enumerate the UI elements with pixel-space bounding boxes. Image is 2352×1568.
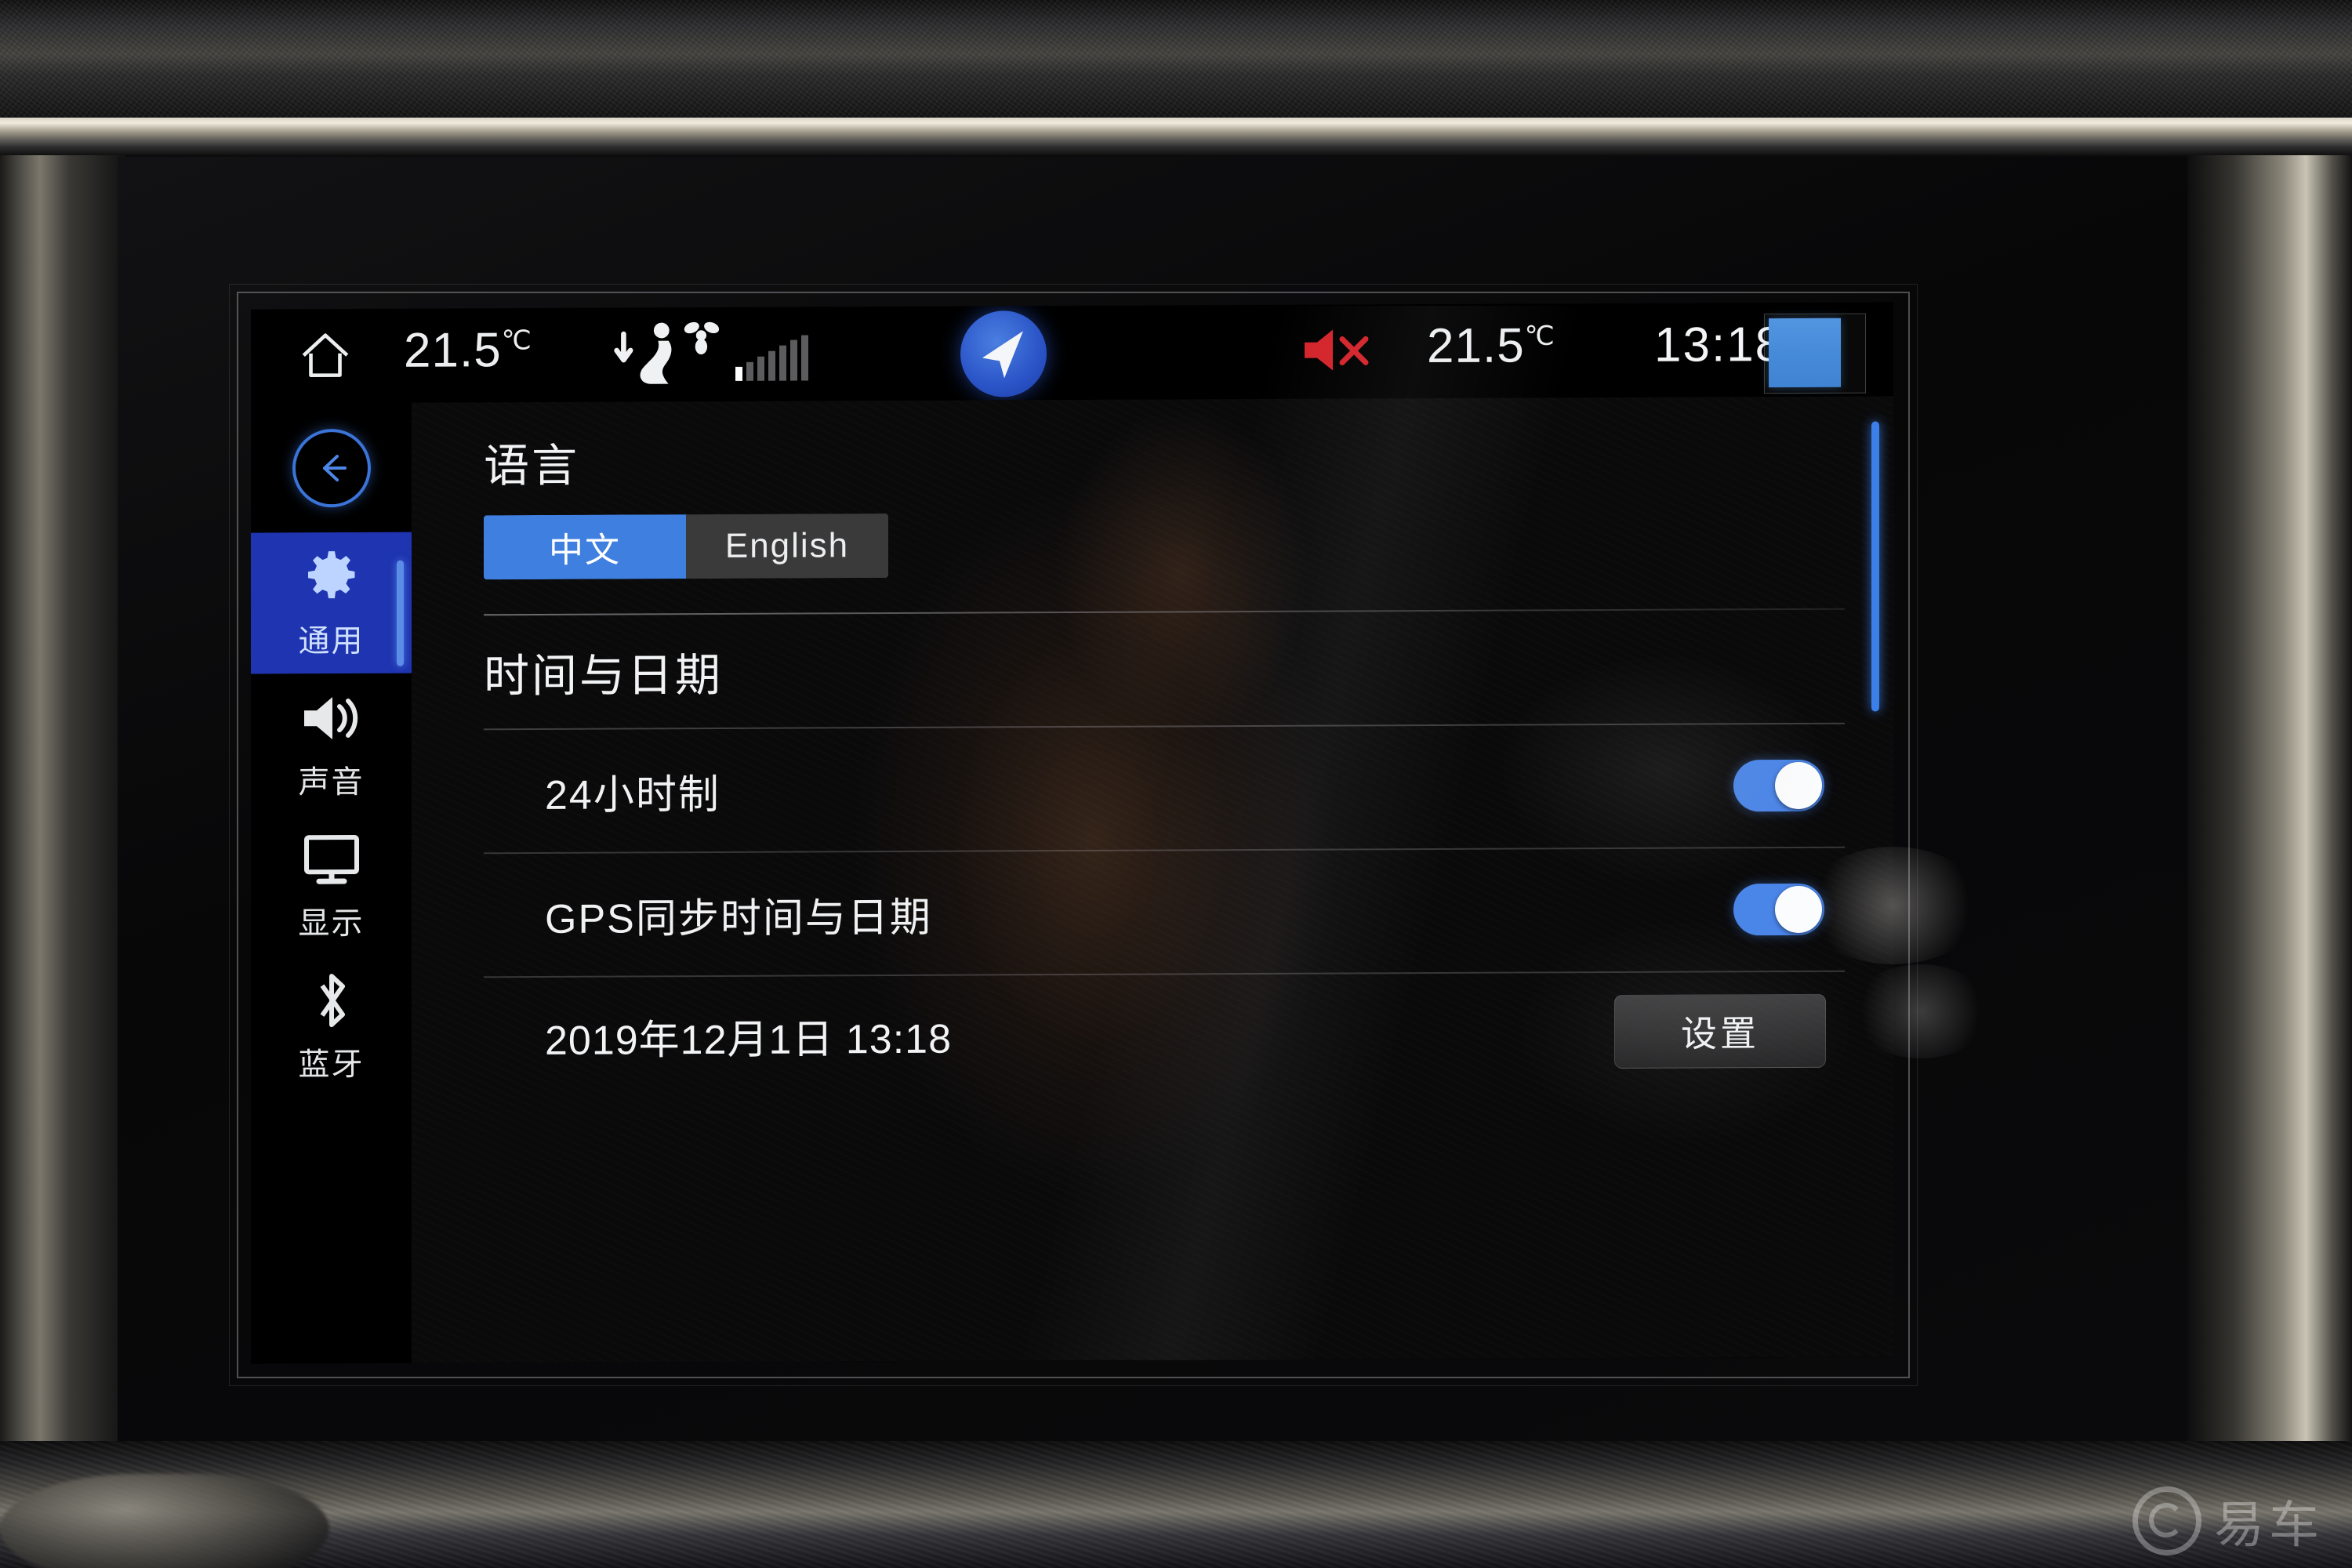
screen-body: 通用 声音 显示 蓝牙 语言 中文 English 时间与日期 24小时制 GP… (251, 396, 1893, 1364)
settings-sidebar: 通用 声音 显示 蓝牙 (251, 402, 412, 1364)
language-section-title: 语言 (484, 440, 580, 492)
home-icon[interactable] (296, 326, 354, 384)
right-temperature-value: 21.5 (1427, 318, 1525, 374)
bezel-left-chrome (0, 155, 125, 1441)
current-datetime-value: 2019年12月1日 13:18 (545, 1016, 953, 1064)
infotainment-screen[interactable]: 21.5℃ 21.5℃ 13:18 通用 声音 显示 蓝牙 语言 中文 Engl… (251, 302, 1893, 1364)
watermark-text: 易车 (2214, 1497, 2324, 1553)
gear-icon (303, 545, 361, 609)
datetime-settings-button[interactable]: 设置 (1614, 993, 1826, 1069)
bluetooth-icon (308, 968, 355, 1033)
datetime-section-title: 时间与日期 (484, 649, 724, 702)
sidebar-item-label: 显示 (298, 906, 365, 942)
row-current-datetime: 2019年12月1日 13:18 设置 (484, 970, 1845, 1096)
row-label: GPS同步时间与日期 (545, 895, 932, 942)
sidebar-item-general[interactable]: 通用 (251, 532, 412, 674)
back-arrow-icon (292, 428, 371, 507)
dashboard-upper-trim (0, 0, 2352, 118)
left-temperature: 21.5℃ (404, 322, 532, 379)
sidebar-item-sound[interactable]: 声音 (251, 673, 412, 815)
right-temperature-unit: ℃ (1524, 321, 1555, 351)
fan-level-indicator (735, 335, 808, 381)
row-gps-sync[interactable]: GPS同步时间与日期 (484, 846, 1845, 977)
clear-tape-overlay (1764, 313, 1866, 394)
monitor-icon (302, 827, 361, 891)
content-scrollbar[interactable] (1871, 421, 1879, 712)
row-24hour[interactable]: 24小时制 (484, 722, 1845, 853)
left-temperature-value: 21.5 (404, 323, 502, 378)
volume-muted-icon[interactable] (1301, 325, 1377, 375)
sidebar-item-label: 声音 (298, 764, 365, 800)
chrome-trim-upper-shadow (0, 138, 2352, 155)
sidebar-item-label: 通用 (298, 623, 365, 659)
speaker-icon (301, 686, 362, 750)
sidebar-item-label: 蓝牙 (298, 1047, 365, 1083)
status-bar: 21.5℃ 21.5℃ 13:18 (251, 302, 1893, 404)
fan-icon (684, 321, 720, 355)
language-option-chinese[interactable]: 中文 (484, 514, 686, 580)
watermark: 易车 (2132, 1485, 2324, 1557)
back-button[interactable] (251, 403, 412, 533)
toggle-24hour[interactable] (1733, 759, 1824, 812)
chrome-trim-upper (0, 118, 2352, 138)
sidebar-scroll-indicator[interactable] (397, 560, 404, 666)
dashboard-photo: 21.5℃ 21.5℃ 13:18 通用 声音 显示 蓝牙 语言 中文 Engl… (0, 0, 2352, 1568)
sidebar-item-display[interactable]: 显示 (251, 815, 412, 956)
toggle-gps-sync[interactable] (1733, 883, 1824, 936)
dashboard-lower-trim (0, 1441, 2352, 1568)
language-segmented-control[interactable]: 中文 English (484, 514, 888, 580)
settings-content: 语言 中文 English 时间与日期 24小时制 GPS同步时间与日期 201… (412, 396, 1893, 1363)
language-option-english[interactable]: English (686, 514, 888, 579)
navigation-arrow-icon[interactable] (960, 310, 1047, 397)
left-temperature-unit: ℃ (501, 325, 532, 356)
bezel-right-chrome (2187, 155, 2352, 1441)
row-label: 24小时制 (545, 771, 720, 818)
yiche-ring-logo (2132, 1486, 2201, 1555)
sidebar-item-bluetooth[interactable]: 蓝牙 (251, 956, 412, 1098)
steering-wheel-blur (0, 1474, 329, 1568)
right-temperature: 21.5℃ (1427, 318, 1555, 374)
